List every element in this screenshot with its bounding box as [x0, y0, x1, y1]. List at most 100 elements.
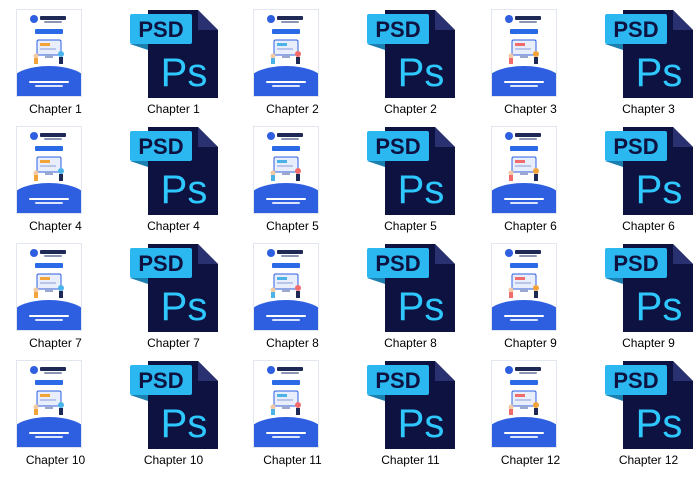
file-thumbnail[interactable]: [471, 4, 590, 100]
file-name-label[interactable]: Chapter 2: [351, 102, 470, 116]
file-thumbnail[interactable]: PSD Ps: [114, 121, 233, 217]
ebook-file-item[interactable]: Chapter 10: [0, 355, 115, 473]
psd-file-item[interactable]: PSD Ps Chapter 6: [589, 121, 699, 239]
psd-file-item[interactable]: PSD Ps Chapter 5: [351, 121, 470, 239]
psd-file-item[interactable]: PSD Ps Chapter 2: [351, 4, 470, 122]
psd-badge-text: PSD: [138, 134, 183, 159]
psd-badge-text: PSD: [138, 17, 183, 42]
psd-file-item[interactable]: PSD Ps Chapter 3: [589, 4, 699, 122]
ebook-cover: [254, 10, 318, 96]
cover-illustration: [33, 39, 64, 64]
ebook-file-item[interactable]: Chapter 6: [471, 121, 590, 239]
file-thumbnail[interactable]: PSD Ps: [589, 121, 699, 217]
psd-file-item[interactable]: PSD Ps Chapter 11: [351, 355, 470, 473]
file-thumbnail[interactable]: PSD Ps: [351, 121, 470, 217]
file-thumbnail[interactable]: [471, 121, 590, 217]
ebook-file-item[interactable]: Chapter 2: [233, 4, 352, 122]
file-name-label[interactable]: Chapter 9: [471, 336, 590, 350]
file-thumbnail[interactable]: [0, 121, 115, 217]
psd-badge-text: PSD: [613, 134, 658, 159]
file-name-label[interactable]: Chapter 3: [471, 102, 590, 116]
file-name-label[interactable]: Chapter 6: [471, 219, 590, 233]
google-classroom-logo: [30, 249, 66, 257]
ebook-file-item[interactable]: Chapter 8: [233, 238, 352, 356]
cover-title: [504, 315, 544, 321]
file-name-label[interactable]: Chapter 1: [0, 102, 115, 116]
file-name-label[interactable]: Chapter 5: [351, 219, 470, 233]
google-classroom-logo: [30, 132, 66, 140]
psd-file-item[interactable]: PSD Ps Chapter 4: [114, 121, 233, 239]
psd-badge-text: PSD: [613, 368, 658, 393]
file-name-label[interactable]: Chapter 12: [589, 453, 699, 467]
file-name-label[interactable]: Chapter 3: [589, 102, 699, 116]
ebook-file-item[interactable]: Chapter 7: [0, 238, 115, 356]
psd-file-item[interactable]: PSD Ps Chapter 7: [114, 238, 233, 356]
cover-illustration: [33, 390, 64, 415]
ebook-file-item[interactable]: Chapter 5: [233, 121, 352, 239]
file-name-label[interactable]: Chapter 7: [114, 336, 233, 350]
file-thumbnail[interactable]: [0, 4, 115, 100]
file-grid: Chapter 1 PSD Ps Chapter 1 Chapter 2 PSD…: [0, 0, 699, 481]
file-thumbnail[interactable]: PSD Ps: [351, 4, 470, 100]
file-thumbnail[interactable]: [0, 355, 115, 451]
chapter-banner: [510, 29, 538, 34]
file-thumbnail[interactable]: [471, 238, 590, 334]
file-thumbnail[interactable]: PSD Ps: [114, 4, 233, 100]
file-name-label[interactable]: Chapter 10: [0, 453, 115, 467]
cover-title: [266, 432, 306, 438]
psd-file-item[interactable]: PSD Ps Chapter 8: [351, 238, 470, 356]
ebook-file-item[interactable]: Chapter 3: [471, 4, 590, 122]
file-name-label[interactable]: Chapter 7: [0, 336, 115, 350]
file-thumbnail[interactable]: PSD Ps: [114, 238, 233, 334]
file-name-label[interactable]: Chapter 9: [589, 336, 699, 350]
file-thumbnail[interactable]: PSD Ps: [589, 355, 699, 451]
file-name-label[interactable]: Chapter 10: [114, 453, 233, 467]
ebook-cover: [17, 361, 81, 447]
file-thumbnail[interactable]: [233, 238, 352, 334]
file-name-label[interactable]: Chapter 11: [233, 453, 352, 467]
file-thumbnail[interactable]: [233, 355, 352, 451]
file-thumbnail[interactable]: PSD Ps: [351, 238, 470, 334]
file-name-label[interactable]: Chapter 5: [233, 219, 352, 233]
file-name-label[interactable]: Chapter 12: [471, 453, 590, 467]
ebook-file-item[interactable]: Chapter 12: [471, 355, 590, 473]
ebook-file-item[interactable]: Chapter 9: [471, 238, 590, 356]
psd-file-item[interactable]: PSD Ps Chapter 1: [114, 4, 233, 122]
ebook-file-item[interactable]: Chapter 4: [0, 121, 115, 239]
ebook-cover: [492, 244, 556, 330]
file-thumbnail[interactable]: PSD Ps: [589, 238, 699, 334]
file-name-label[interactable]: Chapter 1: [114, 102, 233, 116]
chapter-banner: [510, 146, 538, 151]
file-name-label[interactable]: Chapter 4: [0, 219, 115, 233]
file-name-label[interactable]: Chapter 11: [351, 453, 470, 467]
file-name-label[interactable]: Chapter 8: [351, 336, 470, 350]
file-thumbnail[interactable]: PSD Ps: [351, 355, 470, 451]
ebook-cover: [492, 10, 556, 96]
file-thumbnail[interactable]: [233, 4, 352, 100]
psd-badge-text: PSD: [375, 251, 420, 276]
chapter-banner: [35, 29, 63, 34]
psd-file-item[interactable]: PSD Ps Chapter 12: [589, 355, 699, 473]
file-thumbnail[interactable]: PSD Ps: [114, 355, 233, 451]
ebook-file-item[interactable]: Chapter 11: [233, 355, 352, 473]
file-name-label[interactable]: Chapter 2: [233, 102, 352, 116]
ps-mark-text: Ps: [398, 51, 445, 95]
ebook-cover: [17, 244, 81, 330]
google-classroom-logo: [267, 15, 303, 23]
file-thumbnail[interactable]: [471, 355, 590, 451]
ps-mark-text: Ps: [636, 285, 683, 329]
google-classroom-logo: [505, 249, 541, 257]
file-name-label[interactable]: Chapter 8: [233, 336, 352, 350]
ebook-file-item[interactable]: Chapter 1: [0, 4, 115, 122]
cover-illustration: [508, 39, 539, 64]
file-name-label[interactable]: Chapter 6: [589, 219, 699, 233]
ps-mark-text: Ps: [398, 168, 445, 212]
psd-file-item[interactable]: PSD Ps Chapter 10: [114, 355, 233, 473]
cover-title: [266, 198, 306, 204]
file-thumbnail[interactable]: [0, 238, 115, 334]
file-thumbnail[interactable]: [233, 121, 352, 217]
file-name-label[interactable]: Chapter 4: [114, 219, 233, 233]
file-thumbnail[interactable]: PSD Ps: [589, 4, 699, 100]
cover-illustration: [270, 390, 301, 415]
psd-file-item[interactable]: PSD Ps Chapter 9: [589, 238, 699, 356]
